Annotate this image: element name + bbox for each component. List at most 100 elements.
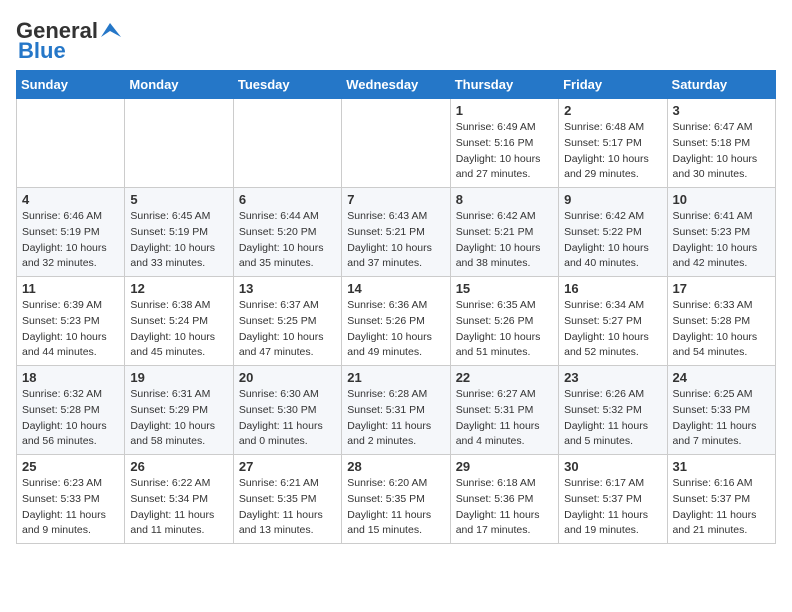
calendar-empty-cell	[342, 99, 450, 188]
calendar-day-2: 2Sunrise: 6:48 AMSunset: 5:17 PMDaylight…	[559, 99, 667, 188]
day-info: Sunrise: 6:38 AMSunset: 5:24 PMDaylight:…	[130, 298, 227, 361]
day-info-line: Sunrise: 6:42 AM	[564, 209, 661, 225]
day-info-line: and 56 minutes.	[22, 434, 119, 450]
day-info-line: and 21 minutes.	[673, 523, 770, 539]
calendar-day-12: 12Sunrise: 6:38 AMSunset: 5:24 PMDayligh…	[125, 277, 233, 366]
day-info: Sunrise: 6:48 AMSunset: 5:17 PMDaylight:…	[564, 120, 661, 183]
day-info-line: Sunrise: 6:48 AM	[564, 120, 661, 136]
day-number: 8	[456, 192, 553, 207]
day-number: 4	[22, 192, 119, 207]
day-info-line: Sunset: 5:24 PM	[130, 314, 227, 330]
day-info-line: Sunrise: 6:23 AM	[22, 476, 119, 492]
day-info-line: Sunrise: 6:34 AM	[564, 298, 661, 314]
day-info-line: Daylight: 10 hours	[673, 330, 770, 346]
calendar-day-24: 24 Sunrise: 6:25 AMSunset: 5:33 PMDayligh…	[667, 366, 775, 455]
day-info-line: Sunset: 5:28 PM	[673, 314, 770, 330]
day-info-line: and 47 minutes.	[239, 345, 336, 361]
day-info-line: Sunrise: 6:45 AM	[130, 209, 227, 225]
day-number: 29	[456, 459, 553, 474]
day-info-line: and 45 minutes.	[130, 345, 227, 361]
day-info: Sunrise: 6:41 AMSunset: 5:23 PMDaylight:…	[673, 209, 770, 272]
calendar-week-row: 11 Sunrise: 6:39 AMSunset: 5:23 PMDayligh…	[17, 277, 776, 366]
day-info-line: and 42 minutes.	[673, 256, 770, 272]
day-info-line: Sunrise: 6:39 AM	[22, 298, 119, 314]
day-info-line: Daylight: 11 hours	[564, 508, 661, 524]
calendar-day-4: 4 Sunrise: 6:46 AMSunset: 5:19 PMDaylight…	[17, 188, 125, 277]
calendar-day-16: 16Sunrise: 6:34 AMSunset: 5:27 PMDayligh…	[559, 277, 667, 366]
day-info-line: Sunset: 5:27 PM	[564, 314, 661, 330]
day-info: Sunrise: 6:47 AMSunset: 5:18 PMDaylight:…	[673, 120, 770, 183]
day-info-line: Sunset: 5:18 PM	[673, 136, 770, 152]
day-info: Sunrise: 6:42 AMSunset: 5:22 PMDaylight:…	[564, 209, 661, 272]
day-info-line: Sunrise: 6:30 AM	[239, 387, 336, 403]
calendar-day-20: 20Sunrise: 6:30 AMSunset: 5:30 PMDayligh…	[233, 366, 341, 455]
day-info-line: Sunset: 5:25 PM	[239, 314, 336, 330]
day-info-line: and 19 minutes.	[564, 523, 661, 539]
day-info-line: and 13 minutes.	[239, 523, 336, 539]
day-number: 16	[564, 281, 661, 296]
day-number: 1	[456, 103, 553, 118]
day-info-line: and 44 minutes.	[22, 345, 119, 361]
calendar-day-28: 28Sunrise: 6:20 AMSunset: 5:35 PMDayligh…	[342, 455, 450, 544]
calendar-day-13: 13Sunrise: 6:37 AMSunset: 5:25 PMDayligh…	[233, 277, 341, 366]
calendar-day-11: 11 Sunrise: 6:39 AMSunset: 5:23 PMDayligh…	[17, 277, 125, 366]
day-info-line: Sunset: 5:17 PM	[564, 136, 661, 152]
day-info-line: Sunrise: 6:17 AM	[564, 476, 661, 492]
day-number: 11	[22, 281, 119, 296]
col-header-monday: Monday	[125, 71, 233, 99]
calendar-empty-cell	[17, 99, 125, 188]
day-info: Sunrise: 6:22 AMSunset: 5:34 PMDaylight:…	[130, 476, 227, 539]
day-info-line: and 15 minutes.	[347, 523, 444, 539]
day-info-line: Daylight: 11 hours	[456, 419, 553, 435]
calendar-day-7: 7 Sunrise: 6:43 AMSunset: 5:21 PMDaylight…	[342, 188, 450, 277]
day-info-line: Sunrise: 6:31 AM	[130, 387, 227, 403]
day-number: 24	[673, 370, 770, 385]
day-info-line: Sunset: 5:32 PM	[564, 403, 661, 419]
page-header: General Blue	[16, 16, 776, 62]
calendar-day-1: 1 Sunrise: 6:49 AMSunset: 5:16 PMDaylight…	[450, 99, 558, 188]
day-info-line: Sunset: 5:36 PM	[456, 492, 553, 508]
day-number: 3	[673, 103, 770, 118]
logo-bird-icon	[99, 19, 121, 41]
day-info-line: Sunrise: 6:26 AM	[564, 387, 661, 403]
day-info-line: Daylight: 11 hours	[239, 508, 336, 524]
day-info-line: Daylight: 10 hours	[239, 330, 336, 346]
day-info-line: Daylight: 10 hours	[456, 152, 553, 168]
day-info-line: Sunrise: 6:16 AM	[673, 476, 770, 492]
calendar-week-row: 25Sunrise: 6:23 AMSunset: 5:33 PMDayligh…	[17, 455, 776, 544]
day-number: 7	[347, 192, 444, 207]
day-number: 23	[564, 370, 661, 385]
day-info-line: Sunset: 5:31 PM	[347, 403, 444, 419]
day-info: Sunrise: 6:49 AMSunset: 5:16 PMDaylight:…	[456, 120, 553, 183]
day-info-line: Daylight: 11 hours	[347, 419, 444, 435]
day-number: 22	[456, 370, 553, 385]
day-info: Sunrise: 6:39 AMSunset: 5:23 PMDaylight:…	[22, 298, 119, 361]
day-number: 19	[130, 370, 227, 385]
day-info-line: and 40 minutes.	[564, 256, 661, 272]
day-info: Sunrise: 6:25 AMSunset: 5:33 PMDaylight:…	[673, 387, 770, 450]
day-info-line: Sunrise: 6:46 AM	[22, 209, 119, 225]
day-info-line: Daylight: 10 hours	[456, 241, 553, 257]
day-info-line: Sunset: 5:20 PM	[239, 225, 336, 241]
day-info: Sunrise: 6:18 AMSunset: 5:36 PMDaylight:…	[456, 476, 553, 539]
calendar-day-21: 21Sunrise: 6:28 AMSunset: 5:31 PMDayligh…	[342, 366, 450, 455]
day-info: Sunrise: 6:43 AMSunset: 5:21 PMDaylight:…	[347, 209, 444, 272]
day-info-line: Sunset: 5:33 PM	[673, 403, 770, 419]
day-info-line: Daylight: 10 hours	[347, 330, 444, 346]
day-info: Sunrise: 6:46 AMSunset: 5:19 PMDaylight:…	[22, 209, 119, 272]
day-info-line: Sunrise: 6:27 AM	[456, 387, 553, 403]
day-info: Sunrise: 6:27 AMSunset: 5:31 PMDaylight:…	[456, 387, 553, 450]
day-info-line: and 9 minutes.	[22, 523, 119, 539]
day-info-line: and 32 minutes.	[22, 256, 119, 272]
day-number: 26	[130, 459, 227, 474]
day-info-line: Sunset: 5:37 PM	[564, 492, 661, 508]
day-info-line: Sunrise: 6:33 AM	[673, 298, 770, 314]
day-number: 20	[239, 370, 336, 385]
day-info-line: Sunrise: 6:37 AM	[239, 298, 336, 314]
day-number: 21	[347, 370, 444, 385]
day-info-line: and 0 minutes.	[239, 434, 336, 450]
day-info-line: Daylight: 10 hours	[456, 330, 553, 346]
day-info-line: and 30 minutes.	[673, 167, 770, 183]
col-header-wednesday: Wednesday	[342, 71, 450, 99]
day-info-line: Sunrise: 6:47 AM	[673, 120, 770, 136]
